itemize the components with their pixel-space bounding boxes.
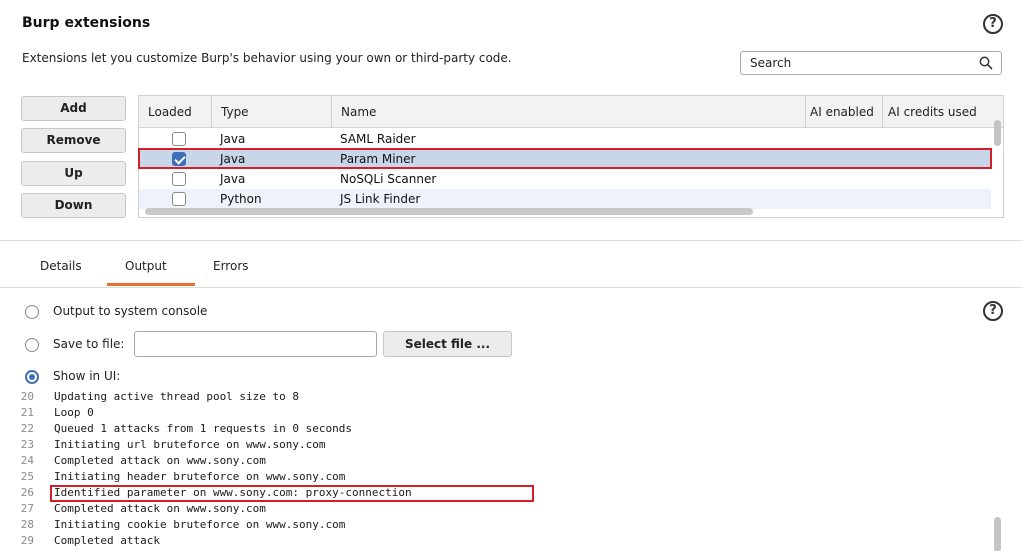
console-line: 22 Queued 1 attacks from 1 requests in 0 … (0, 422, 990, 436)
line-text: Queued 1 attacks from 1 requests in 0 se… (54, 422, 353, 435)
file-path-input[interactable] (134, 331, 377, 357)
highlight-selected-row (138, 148, 992, 169)
line-text: Initiating url bruteforce on www.sony.co… (54, 438, 326, 451)
console-scrollbar[interactable] (994, 517, 1001, 551)
loaded-checkbox[interactable] (172, 172, 186, 186)
output-console[interactable]: 20 Updating active thread pool size to 8 … (0, 389, 1023, 551)
line-number: 21 (20, 406, 34, 419)
search-icon[interactable] (979, 56, 993, 70)
save-file-radio[interactable] (25, 338, 39, 352)
loaded-checkbox[interactable] (172, 192, 186, 206)
page-title: Burp extensions (22, 15, 151, 31)
detail-tabs: Details Output Errors (0, 241, 1023, 288)
console-line: 29 Completed attack (0, 534, 990, 548)
table-row[interactable]: Python JS Link Finder (139, 189, 991, 209)
line-text: Loop 0 (54, 406, 94, 419)
remove-button[interactable]: Remove (21, 128, 126, 153)
column-ai-credits[interactable]: AI credits used (882, 96, 992, 128)
console-line: 24 Completed attack on www.sony.com (0, 454, 990, 468)
line-text: Updating active thread pool size to 8 (54, 390, 300, 403)
tab-errors[interactable]: Errors (213, 259, 249, 273)
row-type: Python (220, 192, 262, 206)
show-in-ui-radio[interactable] (25, 370, 39, 384)
search-box[interactable] (740, 51, 1002, 75)
table-vertical-scrollbar[interactable] (994, 120, 1001, 146)
row-name: SAML Raider (340, 132, 416, 146)
line-number: 22 (20, 422, 34, 435)
row-name: JS Link Finder (340, 192, 421, 206)
search-input[interactable] (741, 52, 971, 74)
row-type: Java (220, 132, 246, 146)
console-line: 20 Updating active thread pool size to 8 (0, 390, 990, 404)
extensions-panel: Burp extensions ? Extensions let you cus… (0, 0, 1023, 240)
up-button[interactable]: Up (21, 161, 126, 186)
line-text: Initiating header bruteforce on www.sony… (54, 470, 346, 483)
output-console-label: Output to system console (53, 304, 208, 318)
help-icon[interactable]: ? (983, 301, 1003, 321)
highlight-identified-parameter (50, 485, 534, 502)
loaded-checkbox[interactable] (172, 132, 186, 146)
row-type: Java (220, 172, 246, 186)
console-line: 28 Initiating cookie bruteforce on www.so… (0, 518, 990, 532)
tab-output[interactable]: Output (125, 259, 167, 273)
line-number: 25 (20, 470, 34, 483)
table-horizontal-scrollbar[interactable] (145, 208, 753, 215)
console-line: 25 Initiating header bruteforce on www.so… (0, 470, 990, 484)
line-text: Completed attack (54, 534, 160, 547)
line-text: Initiating cookie bruteforce on www.sony… (54, 518, 346, 531)
line-number: 27 (20, 502, 34, 515)
line-number: 23 (20, 438, 34, 451)
active-tab-indicator (107, 283, 195, 286)
extension-detail-panel: Details Output Errors ? Output to system… (0, 240, 1023, 551)
show-in-ui-label: Show in UI: (53, 369, 121, 383)
row-name: NoSQLi Scanner (340, 172, 437, 186)
table-row[interactable]: Java SAML Raider (139, 129, 991, 149)
line-text: Completed attack on www.sony.com (54, 454, 266, 467)
tab-details[interactable]: Details (40, 259, 82, 273)
line-number: 28 (20, 518, 34, 531)
line-number: 24 (20, 454, 34, 467)
output-console-radio[interactable] (25, 305, 39, 319)
table-header: Loaded Type Name AI enabled AI credits u… (139, 96, 1003, 128)
line-number: 26 (20, 486, 34, 499)
console-line: 27 Completed attack on www.sony.com (0, 502, 990, 516)
help-icon[interactable]: ? (983, 14, 1003, 34)
add-button[interactable]: Add (21, 96, 126, 121)
line-text: Completed attack on www.sony.com (54, 502, 266, 515)
page-subtitle: Extensions let you customize Burp's beha… (22, 51, 512, 65)
column-ai-enabled[interactable]: AI enabled (805, 96, 885, 128)
save-file-label: Save to file: (53, 337, 125, 351)
column-name[interactable]: Name (331, 96, 807, 128)
line-number: 29 (20, 534, 34, 547)
console-line: 21 Loop 0 (0, 406, 990, 420)
select-file-button[interactable]: Select file ... (383, 331, 512, 357)
table-row[interactable]: Java NoSQLi Scanner (139, 169, 991, 189)
console-line: 23 Initiating url bruteforce on www.sony.… (0, 438, 990, 452)
column-type[interactable]: Type (211, 96, 331, 128)
down-button[interactable]: Down (21, 193, 126, 218)
column-loaded[interactable]: Loaded (139, 96, 217, 128)
line-number: 20 (20, 390, 34, 403)
